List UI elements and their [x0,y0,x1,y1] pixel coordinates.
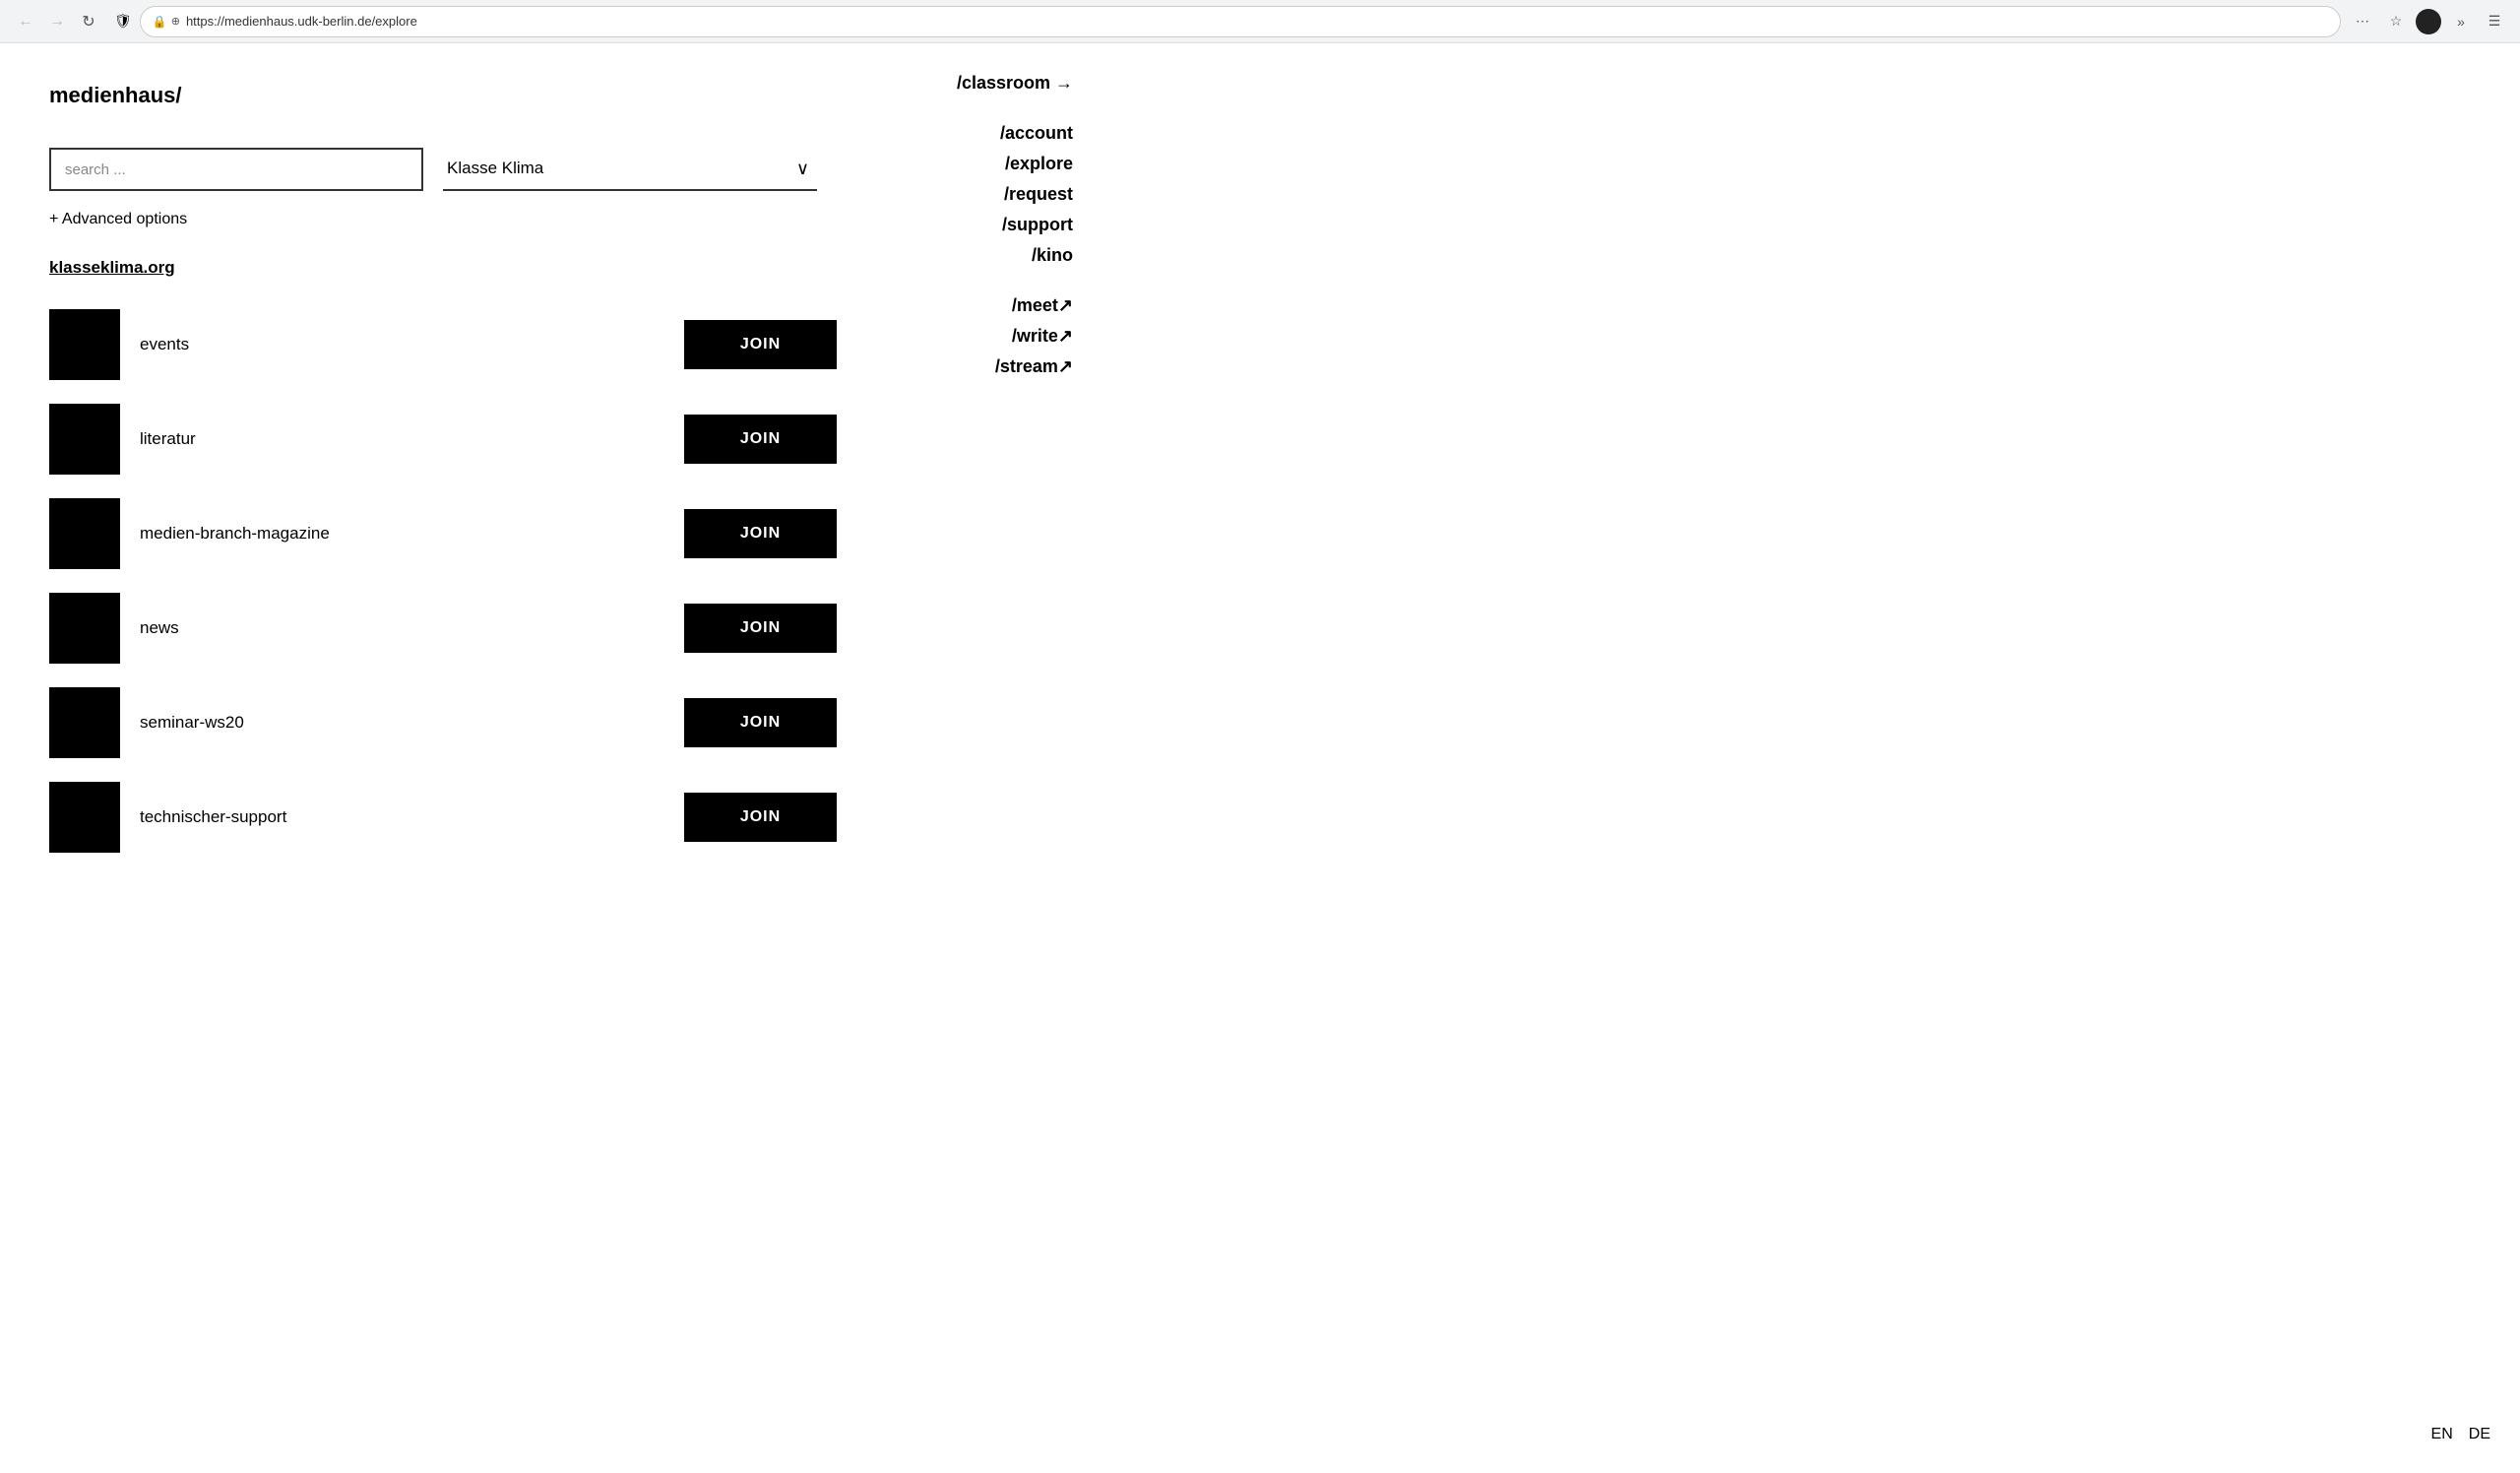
nav-item-explore[interactable]: /explore [1005,154,1073,174]
join-button[interactable]: JOIN [684,698,837,747]
channel-name: technischer-support [140,807,684,827]
class-dropdown[interactable]: Klasse Klima ∨ [443,148,817,191]
list-item: newsJOIN [49,581,837,675]
address-bar-icons: 🔒 ⊕ [153,15,180,29]
chevron-down-icon: ∨ [796,159,809,179]
list-item: medien-branch-magazineJOIN [49,486,837,581]
group-heading: klasseklima.org [49,258,837,278]
forward-button[interactable]: → [43,8,71,35]
channel-icon [49,498,120,569]
shield-icon: 🛡 [114,13,132,30]
extend-button[interactable]: » [2447,8,2475,35]
page-wrapper: medienhaus/ Klasse Klima ∨ + Advanced op… [0,43,2520,1473]
search-input[interactable] [49,148,423,191]
lock-icon: 🔒 [153,15,167,29]
url-input[interactable] [186,14,2328,29]
back-button[interactable]: ← [12,8,39,35]
reload-button[interactable]: ↻ [75,8,102,35]
channel-icon [49,687,120,758]
channel-name: medien-branch-magazine [140,524,684,544]
channel-name: news [140,618,684,638]
lang-de-button[interactable]: DE [2469,1426,2490,1443]
lang-en-button[interactable]: EN [2431,1426,2453,1443]
browser-right-controls: ⋯ ☆ » ☰ [2349,8,2508,35]
join-button[interactable]: JOIN [684,793,837,842]
nav-item-stream[interactable]: /stream↗ [995,356,1073,377]
channel-name: events [140,335,684,354]
nav-item-support[interactable]: /support [1002,215,1073,235]
list-item: technischer-supportJOIN [49,770,837,865]
address-bar[interactable]: 🔒 ⊕ [140,6,2341,37]
channel-icon [49,404,120,475]
channel-icon [49,782,120,853]
join-button[interactable]: JOIN [684,415,837,464]
list-item: seminar-ws20JOIN [49,675,837,770]
site-title: medienhaus/ [49,83,837,108]
channel-icon [49,309,120,380]
nav-item-meet[interactable]: /meet↗ [1012,295,1073,316]
more-button[interactable]: ⋯ [2349,8,2376,35]
bookmark-button[interactable]: ☆ [2382,8,2410,35]
browser-chrome: ← → ↻ 🛡 🔒 ⊕ ⋯ ☆ » ☰ [0,0,2520,43]
dropdown-selected-label: Klasse Klima [443,159,543,178]
advanced-options-toggle[interactable]: + Advanced options [49,211,837,228]
join-button[interactable]: JOIN [684,604,837,653]
browser-nav-buttons: ← → ↻ [12,8,102,35]
channel-name: seminar-ws20 [140,713,684,733]
list-item: literaturJOIN [49,392,837,486]
join-button[interactable]: JOIN [684,509,837,558]
right-nav: /classroom → /account /explore /request … [886,43,1102,1473]
search-row: Klasse Klima ∨ [49,148,837,191]
list-item: eventsJOIN [49,297,837,392]
tracking-icon: ⊕ [171,15,180,28]
profile-avatar[interactable] [2416,9,2441,34]
nav-item-classroom[interactable]: /classroom → [957,73,1073,94]
nav-item-account[interactable]: /account [1000,123,1073,144]
security-indicators: 🛡 [114,13,132,30]
main-content: medienhaus/ Klasse Klima ∨ + Advanced op… [0,43,886,1473]
hamburger-menu-button[interactable]: ☰ [2481,8,2508,35]
channel-name: literatur [140,429,684,449]
nav-item-kino[interactable]: /kino [1032,245,1073,266]
channel-icon [49,593,120,664]
join-button[interactable]: JOIN [684,320,837,369]
nav-item-write[interactable]: /write↗ [1012,326,1073,347]
language-switcher: EN DE [2431,1426,2490,1443]
channel-list: eventsJOINliteraturJOINmedien-branch-mag… [49,297,837,865]
nav-item-request[interactable]: /request [1004,184,1073,205]
